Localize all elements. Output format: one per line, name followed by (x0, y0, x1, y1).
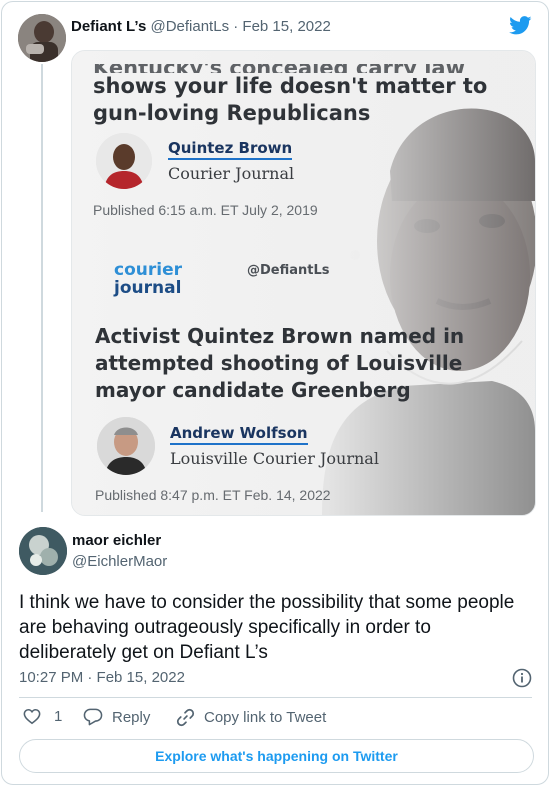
author-1-outlet: Courier Journal (168, 164, 295, 183)
logo-line-1: courier (114, 260, 182, 280)
explore-twitter-button[interactable]: Explore what's happening on Twitter (19, 739, 534, 773)
tweet-embed-card: Defiant L’s @DefiantLs · Feb 15, 2022 sh… (1, 1, 549, 785)
reply-label: Reply (112, 708, 151, 726)
courier-journal-logo: courier journal (114, 261, 182, 297)
author-2-name: Andrew Wolfson (170, 424, 308, 445)
quoted-author-handle[interactable]: @DefiantLs (150, 18, 229, 35)
tweet-timestamp[interactable]: 10:27 PM · Feb 15, 2022 (19, 669, 185, 686)
like-button[interactable]: 1 (23, 708, 62, 725)
author-1-avatar (96, 133, 152, 189)
published-2: Published 8:47 p.m. ET Feb. 14, 2022 (95, 487, 331, 503)
reply-author-handle[interactable]: @EichlerMaor (72, 553, 167, 570)
reply-author-name[interactable]: maor eichler (72, 532, 161, 549)
author-1-name: Quintez Brown (168, 139, 293, 160)
reply-button[interactable]: Reply (83, 708, 150, 726)
info-icon[interactable] (512, 668, 532, 688)
headline-1: Kentucky's concealed carry law shows you… (93, 64, 513, 127)
headline-1-partial: Kentucky's concealed carry law (93, 64, 513, 73)
tweet-media-image[interactable]: Kentucky's concealed carry law shows you… (71, 50, 536, 516)
author-2-avatar (97, 417, 155, 475)
copy-link-label: Copy link to Tweet (204, 709, 327, 726)
copy-link-button[interactable]: Copy link to Tweet (176, 708, 326, 727)
divider (19, 697, 532, 698)
watermark: @DefiantLs (247, 263, 330, 278)
headline-2: Activist Quintez Brown named in attempte… (95, 324, 465, 402)
logo-line-2: journal (114, 278, 182, 298)
quoted-author-avatar[interactable] (18, 14, 66, 62)
tweet-text: I think we have to consider the possibil… (19, 592, 515, 663)
heart-icon (23, 708, 41, 725)
twitter-bird-icon[interactable] (509, 16, 532, 35)
quoted-date[interactable]: Feb 15, 2022 (242, 18, 330, 35)
reply-author-avatar[interactable] (19, 527, 67, 575)
thread-connector (41, 64, 43, 512)
published-1: Published 6:15 a.m. ET July 2, 2019 (93, 202, 318, 218)
link-icon (176, 708, 195, 727)
quoted-tweet-header: Defiant L’s @DefiantLs · Feb 15, 2022 (71, 18, 331, 35)
author-2-outlet: Louisville Courier Journal (170, 449, 379, 468)
headline-1-text: shows your life doesn't matter to gun-lo… (93, 74, 488, 125)
like-count: 1 (54, 708, 63, 725)
reply-bubble-icon (83, 708, 103, 726)
quoted-author-name[interactable]: Defiant L’s (71, 18, 146, 35)
